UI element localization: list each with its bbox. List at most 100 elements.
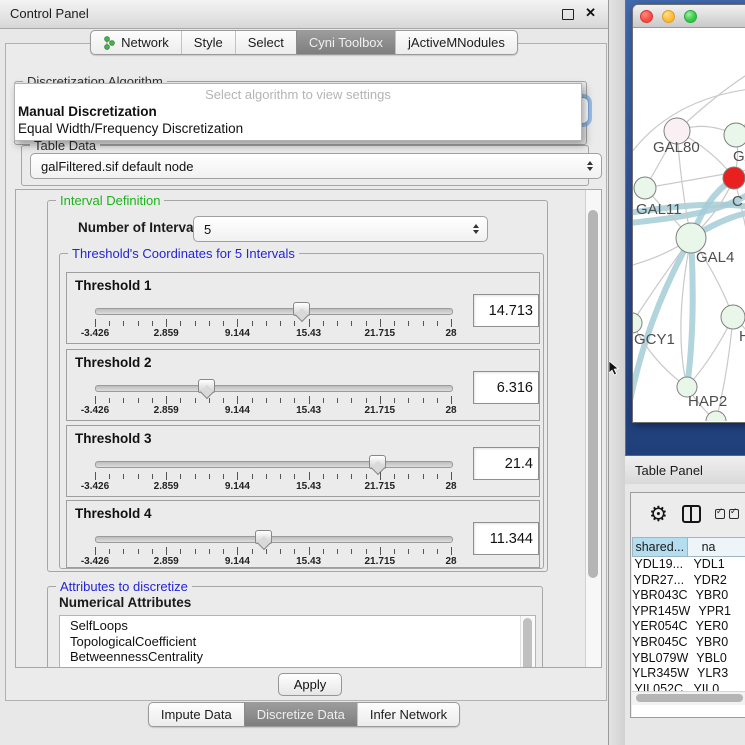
threshold-slider-track[interactable] bbox=[95, 385, 453, 392]
tab-label: Cyni Toolbox bbox=[309, 35, 383, 50]
network-node-gcy1[interactable] bbox=[633, 313, 642, 333]
table-row[interactable]: YER054CYER0 bbox=[632, 619, 745, 635]
network-icon bbox=[103, 36, 116, 50]
cell-shared-name[interactable]: YBR045C bbox=[632, 635, 688, 651]
tick-label: 15.43 bbox=[296, 556, 321, 567]
attributes-list-scrollbar[interactable] bbox=[520, 616, 535, 668]
apply-button[interactable]: Apply bbox=[278, 673, 342, 696]
threshold-slider-handle[interactable] bbox=[198, 379, 215, 393]
tab-label: Discretize Data bbox=[257, 707, 345, 722]
table-row[interactable]: YBL079WYBL0 bbox=[632, 651, 745, 667]
dropdown-option-equal-width[interactable]: Equal Width/Frequency Discretization bbox=[15, 120, 581, 137]
checkbox-icon[interactable] bbox=[729, 509, 739, 519]
algorithm-dropdown-popup: Select algorithm to view settings Manual… bbox=[14, 83, 582, 141]
select-columns-checkboxes-icon[interactable] bbox=[715, 509, 739, 519]
tick-label: -3.426 bbox=[81, 405, 109, 416]
tick-label: 21.715 bbox=[365, 481, 396, 492]
tab-label: Infer Network bbox=[370, 707, 447, 722]
table-row[interactable]: YPR145WYPR1 bbox=[632, 604, 745, 620]
network-node-ga[interactable] bbox=[724, 123, 745, 147]
tab-cyni-toolbox[interactable]: Cyni Toolbox bbox=[296, 31, 395, 54]
table-row[interactable]: YBR043CYBR0 bbox=[632, 588, 745, 604]
threshold-value-field[interactable]: 21.4 bbox=[473, 447, 539, 480]
network-edge[interactable] bbox=[687, 238, 693, 387]
threshold-slider-track[interactable] bbox=[95, 308, 453, 315]
cell-name[interactable]: YBR0 bbox=[688, 588, 745, 604]
table-row[interactable]: YBR045CYBR0 bbox=[632, 635, 745, 651]
cell-name[interactable]: YDL1 bbox=[685, 557, 745, 573]
column-header-name[interactable]: na bbox=[688, 537, 745, 557]
tab-style[interactable]: Style bbox=[181, 31, 235, 54]
attribute-list-item[interactable]: BetweennessCentrality bbox=[70, 649, 535, 665]
bottom-tab-infer-network[interactable]: Infer Network bbox=[357, 703, 459, 726]
threshold-slider-track[interactable] bbox=[95, 536, 453, 543]
cell-name[interactable]: YBR0 bbox=[688, 635, 745, 651]
network-node-c[interactable] bbox=[723, 167, 745, 189]
tick-label: 9.144 bbox=[225, 556, 250, 567]
close-traffic-light-icon[interactable] bbox=[640, 10, 653, 23]
numerical-attributes-list[interactable]: SelfLoopsTopologicalCoefficientBetweenne… bbox=[59, 615, 536, 668]
network-node-unlabeled[interactable] bbox=[706, 411, 726, 421]
tick-label: 28 bbox=[445, 481, 456, 492]
threshold-value-field[interactable]: 14.713 bbox=[473, 294, 539, 327]
column-header-shared-name[interactable]: shared... bbox=[632, 537, 688, 557]
table-horizontal-scrollbar[interactable] bbox=[632, 691, 745, 705]
settings-gear-icon[interactable]: ⚙ bbox=[649, 504, 668, 525]
tab-select[interactable]: Select bbox=[235, 31, 296, 54]
number-of-intervals-combobox[interactable]: 5 bbox=[193, 216, 488, 242]
cell-shared-name[interactable]: YBR043C bbox=[632, 588, 688, 604]
cell-shared-name[interactable]: YDL19... bbox=[632, 557, 685, 573]
split-columns-icon[interactable] bbox=[682, 505, 701, 523]
dropdown-option-manual[interactable]: Manual Discretization bbox=[15, 103, 581, 120]
table-data-combobox[interactable]: galFiltered.sif default node bbox=[30, 153, 602, 179]
table-row[interactable]: YDL19...YDL1 bbox=[632, 557, 745, 573]
cell-name[interactable]: YBL0 bbox=[688, 651, 745, 667]
network-edge[interactable] bbox=[677, 68, 745, 131]
zoom-traffic-light-icon[interactable] bbox=[684, 10, 697, 23]
threshold-value-field[interactable]: 11.344 bbox=[473, 522, 539, 555]
cell-shared-name[interactable]: YLR345W bbox=[632, 666, 689, 682]
threshold-slider-handle[interactable] bbox=[255, 530, 272, 544]
threshold-slider-handle[interactable] bbox=[293, 302, 310, 316]
attribute-list-item[interactable]: TopologicalCoefficient bbox=[70, 634, 535, 650]
threshold-3-panel: Threshold 3 -3.4262.8599.14415.4321.7152… bbox=[66, 425, 540, 497]
cell-name[interactable]: YDR2 bbox=[685, 573, 745, 589]
tick-label: 9.144 bbox=[225, 481, 250, 492]
tab-network[interactable]: Network bbox=[91, 31, 181, 54]
cell-shared-name[interactable]: YPR145W bbox=[632, 604, 690, 620]
network-canvas[interactable]: GAL80GACGAL11GAL4GCY1HHAP2 bbox=[633, 28, 745, 421]
tab-label: Network bbox=[121, 35, 169, 50]
scrollbar-thumb[interactable] bbox=[523, 618, 532, 668]
threshold-value-field[interactable]: 6.316 bbox=[473, 371, 539, 404]
tick-label: 21.715 bbox=[365, 556, 396, 567]
bottom-tab-discretize-data[interactable]: Discretize Data bbox=[244, 703, 357, 726]
scrollbar-thumb[interactable] bbox=[588, 210, 598, 578]
checkbox-icon[interactable] bbox=[715, 509, 725, 519]
network-node-h[interactable] bbox=[721, 305, 745, 329]
cell-name[interactable]: YPR1 bbox=[690, 604, 745, 620]
slider-ticks bbox=[95, 319, 451, 328]
tick-label: 9.144 bbox=[225, 328, 250, 339]
slider-tick-labels: -3.4262.8599.14415.4321.71528 bbox=[95, 556, 451, 567]
scrollbar-thumb[interactable] bbox=[636, 694, 743, 702]
table-row[interactable]: YLR345WYLR3 bbox=[632, 666, 745, 682]
node-label: HAP2 bbox=[688, 393, 727, 410]
threshold-slider-handle[interactable] bbox=[369, 455, 386, 469]
table-row[interactable]: YDR27...YDR2 bbox=[632, 573, 745, 589]
screenshot-root: Control Panel ✕ NetworkStyleSelectCyni T… bbox=[0, 0, 745, 745]
close-icon[interactable]: ✕ bbox=[585, 5, 596, 21]
float-window-icon[interactable] bbox=[562, 9, 574, 20]
mouse-cursor bbox=[609, 361, 620, 376]
minimize-traffic-light-icon[interactable] bbox=[662, 10, 675, 23]
cell-shared-name[interactable]: YDR27... bbox=[632, 573, 685, 589]
cell-name[interactable]: YER0 bbox=[688, 619, 745, 635]
threshold-slider-track[interactable] bbox=[95, 461, 453, 468]
settings-vertical-scrollbar[interactable] bbox=[585, 190, 601, 667]
network-node-gal11[interactable] bbox=[634, 177, 656, 199]
cell-name[interactable]: YLR3 bbox=[689, 666, 745, 682]
cell-shared-name[interactable]: YBL079W bbox=[632, 651, 688, 667]
tab-jactivemnodules[interactable]: jActiveMNodules bbox=[395, 31, 517, 54]
bottom-tab-impute-data[interactable]: Impute Data bbox=[149, 703, 244, 726]
attribute-list-item[interactable]: SelfLoops bbox=[70, 618, 535, 634]
cell-shared-name[interactable]: YER054C bbox=[632, 619, 688, 635]
